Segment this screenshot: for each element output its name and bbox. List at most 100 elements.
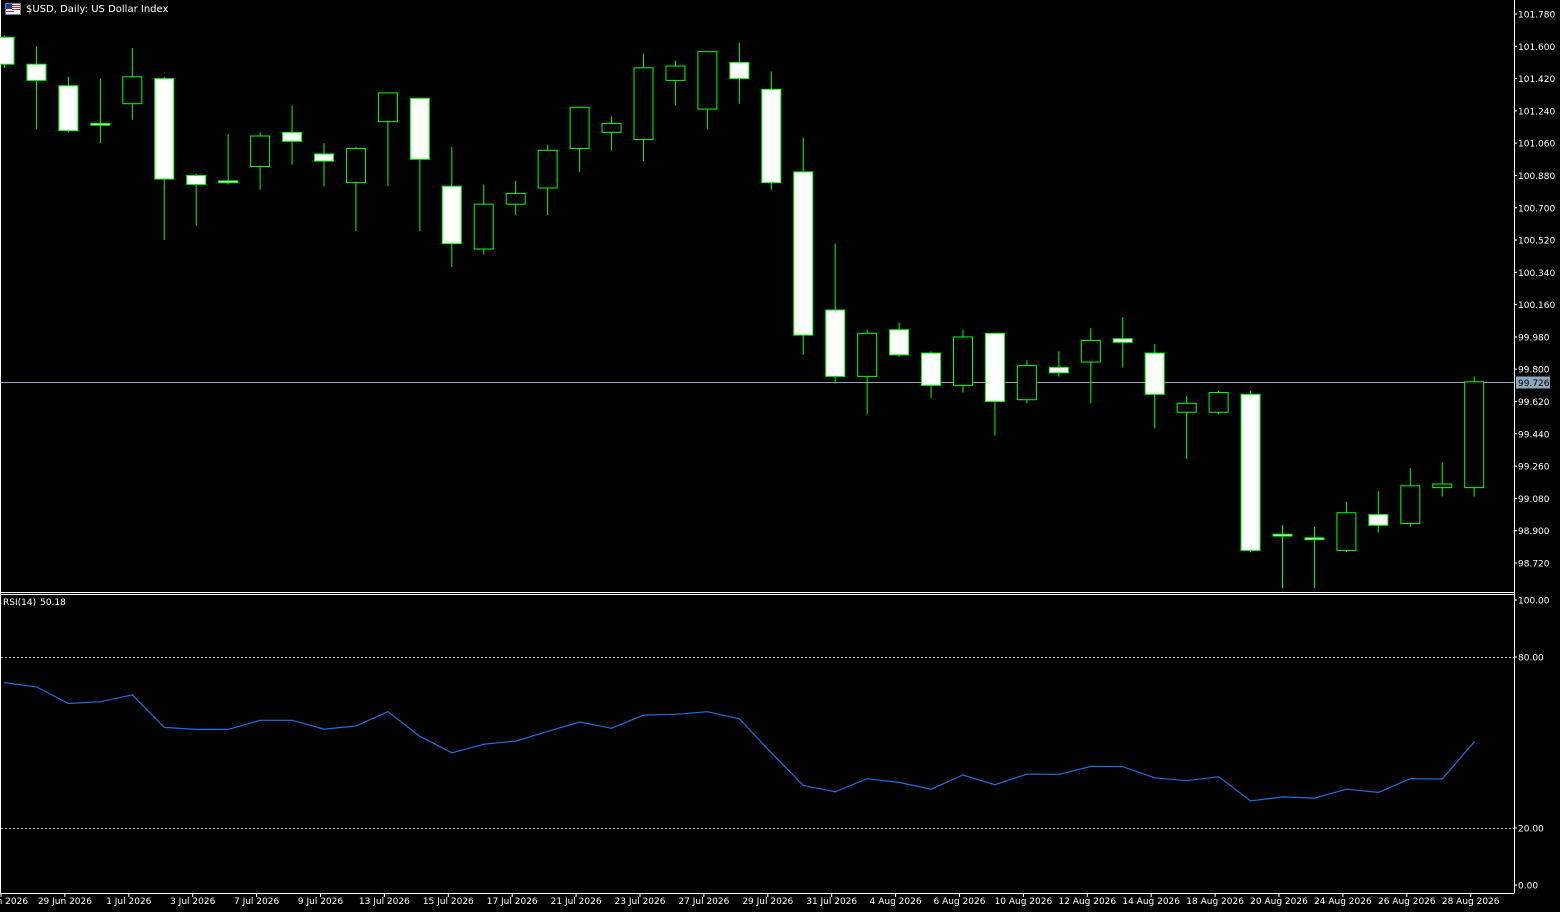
candle[interactable]: [665, 60, 686, 106]
candle[interactable]: [0, 35, 15, 68]
candle-body-bullish: [377, 92, 398, 123]
candle[interactable]: [601, 116, 622, 151]
time-tick-label: 12 Aug 2026: [1058, 897, 1116, 907]
candle[interactable]: [345, 146, 366, 232]
time-tick-label: 3 Jul 2026: [170, 897, 215, 907]
candle[interactable]: [1240, 390, 1261, 553]
candle[interactable]: [1144, 344, 1165, 429]
price-tick-label: 100.520: [1518, 237, 1555, 247]
candle[interactable]: [921, 351, 942, 398]
candle[interactable]: [314, 143, 334, 187]
candle[interactable]: [473, 184, 494, 255]
candle-body-bullish: [537, 149, 558, 189]
candle-body-bullish: [1080, 340, 1101, 363]
time-tick-label: 21 Jul 2026: [551, 897, 602, 907]
candle[interactable]: [1272, 525, 1293, 589]
rsi-point: [738, 718, 740, 720]
candle[interactable]: [441, 146, 462, 267]
candle[interactable]: [505, 180, 526, 215]
candle[interactable]: [1400, 467, 1421, 528]
candle[interactable]: [1208, 390, 1229, 415]
rsi-point: [99, 701, 101, 703]
candle[interactable]: [186, 173, 207, 226]
candle-body-bullish: [1432, 483, 1453, 489]
candle[interactable]: [218, 134, 239, 185]
price-chart[interactable]: 101.780 101.600 101.420 101.240 101.060 100.8…: [0, 0, 1560, 912]
price-tick-label: 101.780: [1518, 11, 1555, 21]
candle[interactable]: [953, 329, 973, 393]
price-tick-label: 101.240: [1518, 107, 1555, 117]
candles[interactable]: [0, 35, 1485, 589]
rsi-tick-label: 100.00: [1518, 597, 1550, 607]
candle[interactable]: [793, 137, 814, 355]
candle[interactable]: [58, 76, 79, 133]
candle-body-bearish: [1112, 338, 1133, 343]
time-axis[interactable]: 25 Jun 2026 29 Jun 2026 1 Jul 2026 3 Jul 20…: [0, 893, 1500, 907]
timeframe: Daily: [60, 3, 85, 15]
candle-body-bullish: [697, 51, 718, 110]
price-axis[interactable]: 101.780 101.600 101.420 101.240 101.060 100.8…: [1514, 11, 1555, 570]
rsi-point: [1090, 765, 1092, 768]
candle[interactable]: [761, 71, 782, 190]
rsi-point: [834, 791, 836, 793]
price-tick-label: 100.160: [1518, 301, 1555, 311]
candle[interactable]: [889, 322, 910, 357]
candle-body-bearish: [761, 88, 782, 184]
candle[interactable]: [377, 92, 398, 187]
time-tick-label: 4 Aug 2026: [870, 897, 922, 907]
candle[interactable]: [697, 51, 718, 129]
candle[interactable]: [984, 332, 1005, 436]
candle[interactable]: [1368, 491, 1389, 533]
candle[interactable]: [1176, 396, 1197, 459]
candle[interactable]: [1080, 327, 1101, 404]
candle[interactable]: [537, 144, 558, 215]
rsi-point: [930, 788, 932, 790]
candle[interactable]: [122, 48, 143, 120]
price-tick-label: 99.620: [1518, 398, 1550, 408]
candle-body-bullish: [665, 65, 686, 81]
candle[interactable]: [729, 42, 750, 104]
candle[interactable]: [825, 243, 846, 384]
candle[interactable]: [1016, 360, 1037, 404]
candle[interactable]: [250, 132, 271, 190]
rsi-point: [355, 725, 357, 727]
price-tick-label: 99.440: [1518, 430, 1550, 440]
candle[interactable]: [409, 97, 430, 232]
candle[interactable]: [90, 78, 111, 144]
time-tick-label: 23 Jul 2026: [615, 897, 666, 907]
chart-window[interactable]: 101.780 101.600 101.420 101.240 101.060 100.8…: [0, 0, 1560, 912]
candle[interactable]: [26, 46, 47, 129]
price-tick-label: 101.420: [1518, 75, 1555, 85]
candle[interactable]: [633, 53, 654, 162]
candle[interactable]: [1304, 527, 1325, 589]
rsi-line[interactable]: [4, 682, 1475, 802]
rsi-axis[interactable]: 100.00 80.00 20.00 0.00: [1514, 597, 1550, 892]
candle[interactable]: [1336, 501, 1357, 553]
time-tick-label: 15 Jul 2026: [423, 897, 474, 907]
candle-body-bullish: [250, 135, 271, 167]
candle[interactable]: [1048, 351, 1069, 377]
candle-body-bullish: [473, 203, 494, 250]
candle[interactable]: [1112, 317, 1133, 368]
rsi-point: [1409, 778, 1411, 780]
candle-body-bearish: [90, 122, 111, 126]
rsi-point: [387, 711, 389, 713]
price-tick-label: 98.720: [1518, 559, 1550, 569]
price-tick-label: 101.600: [1518, 43, 1555, 53]
rsi-series[interactable]: [3, 682, 1475, 802]
price-tick-label: 101.060: [1518, 140, 1555, 150]
candle[interactable]: [1464, 376, 1485, 497]
candle[interactable]: [1432, 462, 1453, 497]
rsi-point: [1186, 780, 1188, 782]
candle[interactable]: [857, 329, 878, 415]
candle-body-bullish: [122, 76, 143, 105]
price-tick-label: 100.880: [1518, 172, 1555, 182]
rsi-tick-label: 20.00: [1518, 825, 1544, 835]
candle[interactable]: [154, 76, 175, 241]
rsi-point: [67, 702, 69, 705]
candle[interactable]: [282, 105, 303, 165]
time-tick-label: 7 Jul 2026: [234, 897, 279, 907]
rsi-point: [579, 721, 581, 723]
candle-body-bearish: [218, 180, 239, 184]
candle[interactable]: [569, 106, 590, 172]
